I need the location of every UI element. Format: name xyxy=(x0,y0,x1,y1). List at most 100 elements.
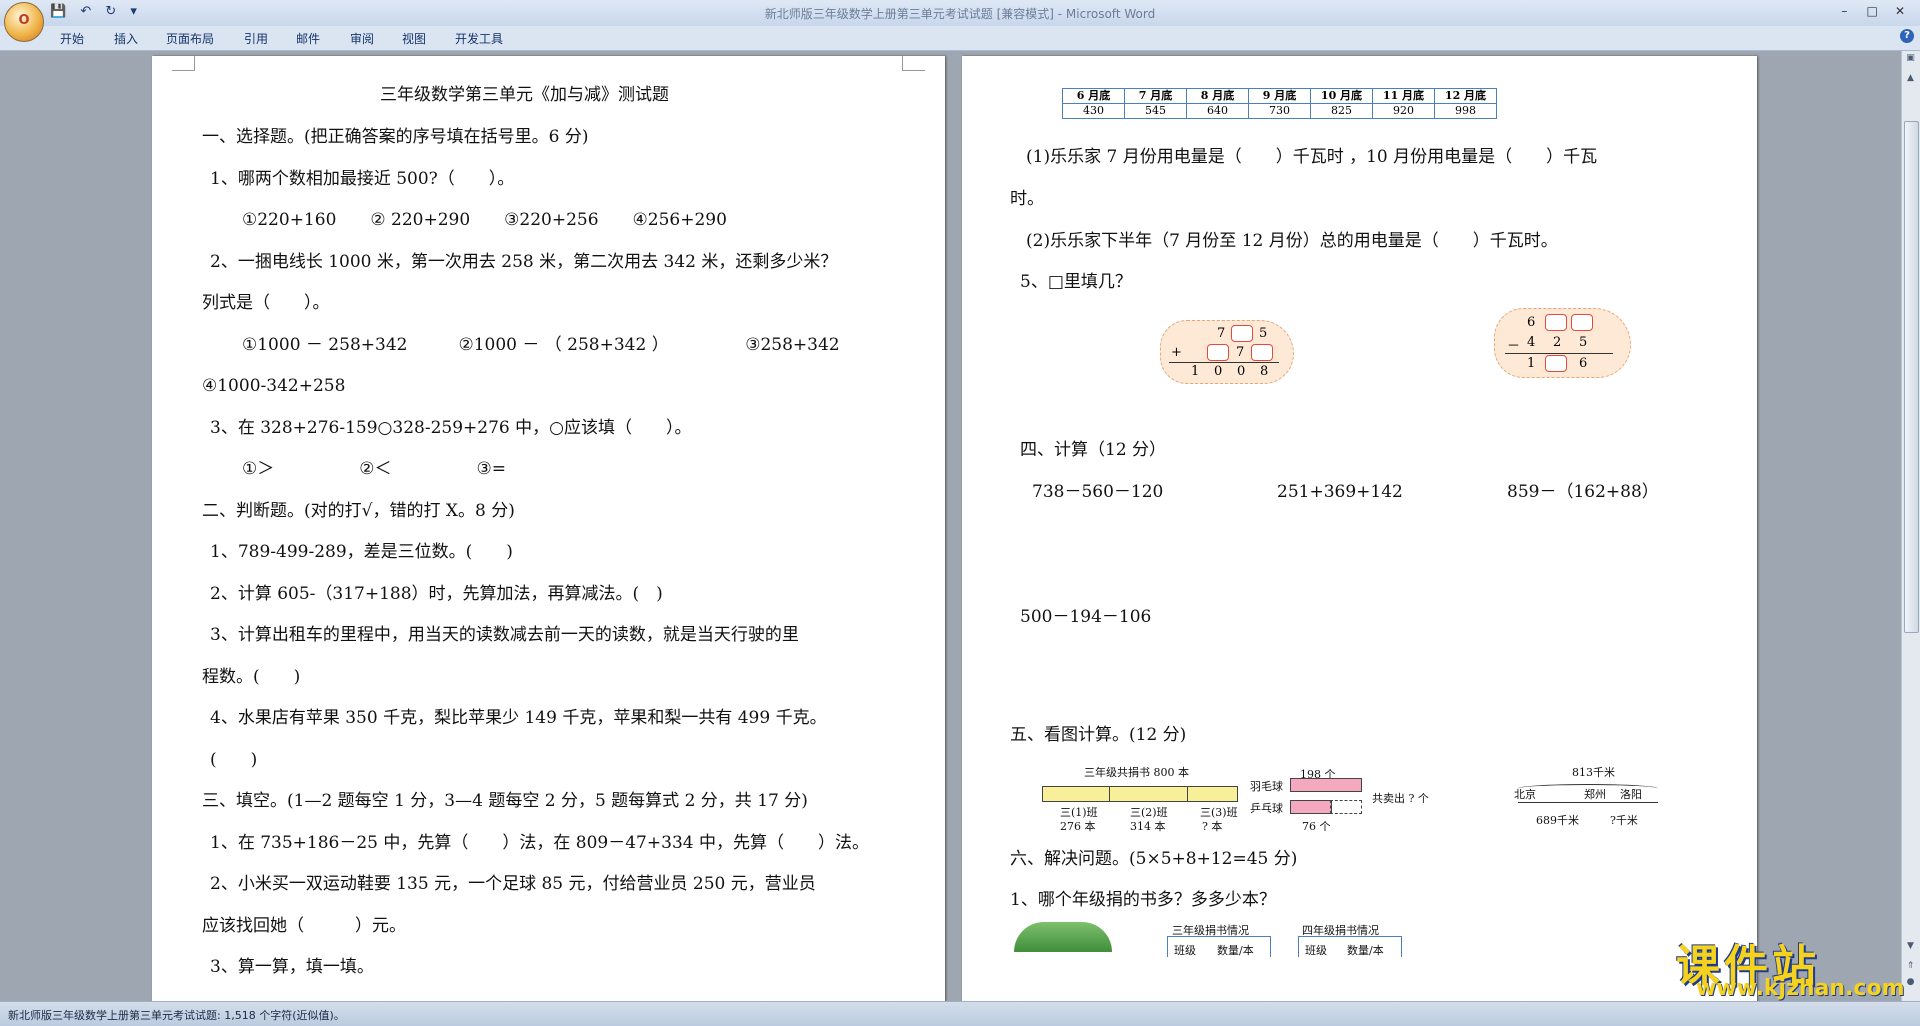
section-heading: 一、选择题。(把正确答案的序号填在括号里。6 分) xyxy=(202,127,589,147)
window-title: 新北师版三年级数学上册第三单元考试试题 [兼容模式] - Microsoft W… xyxy=(764,7,1156,21)
window-controls: – □ ✕ xyxy=(1832,4,1912,18)
digit: 5 xyxy=(1259,326,1268,341)
question-line: 3、算一算，填一填。 xyxy=(210,957,374,977)
digit: 6 xyxy=(1527,315,1536,330)
figure-label: ? 本 xyxy=(1202,820,1223,833)
figure-label: 813千米 xyxy=(1572,766,1615,779)
question-line: 列式是（ ）。 xyxy=(202,293,330,313)
tab-developer[interactable]: 开发工具 xyxy=(455,30,503,47)
scroll-down-icon[interactable]: ▼ xyxy=(1904,941,1917,955)
tab-insert[interactable]: 插入 xyxy=(114,30,138,47)
tab-page-layout[interactable]: 页面布局 xyxy=(166,30,214,47)
section-heading: 四、计算（12 分） xyxy=(1020,440,1167,460)
tab-review[interactable]: 审阅 xyxy=(350,30,374,47)
distance-figure: 813千米 北京 郑州 洛阳 689千米 ?千米 xyxy=(1510,762,1670,832)
operator: + xyxy=(1171,345,1182,360)
answer-box[interactable] xyxy=(1571,314,1593,331)
digit: 0 xyxy=(1237,364,1246,379)
question-line: 2、小米买一双运动鞋要 135 元，一个足球 85 元，付给营业员 250 元，… xyxy=(210,874,816,894)
office-button[interactable]: O xyxy=(4,2,44,42)
options-line: ④1000-342+258 xyxy=(202,376,346,396)
question-line: (2)乐乐家下半年（7 月份至 12 月份）总的用电量是（ ）千瓦时。 xyxy=(1026,231,1558,251)
digit: 1 xyxy=(1191,364,1200,379)
table-cell: 825 xyxy=(1310,103,1373,119)
previous-page-icon[interactable]: ⇑ xyxy=(1904,961,1917,975)
expression: 738－560－120 xyxy=(1032,482,1164,502)
tab-home[interactable]: 开始 xyxy=(60,30,84,47)
site-url: www.kjzhan.com xyxy=(1696,976,1905,1001)
expression: 500－194－106 xyxy=(1020,607,1152,627)
question-line: 3、在 328+276-159○328-259+276 中，○应该填（ ）。 xyxy=(210,418,692,438)
table-cell: 998 xyxy=(1434,103,1497,119)
scroll-thumb[interactable] xyxy=(1904,121,1919,633)
figure-label: 276 本 xyxy=(1060,820,1096,833)
digit: 6 xyxy=(1579,356,1588,371)
crop-mark xyxy=(902,56,925,71)
question-line: 5、□里填几？ xyxy=(1020,272,1132,292)
question-line: 1、哪两个数相加最接近 500?（ ）。 xyxy=(210,169,515,189)
status-text: 新北师版三年级数学上册第三单元考试试题: 1,518 个字符(近似值)。 xyxy=(8,1009,345,1022)
table-header: 7 月底 xyxy=(1124,88,1187,104)
tab-view[interactable]: 视图 xyxy=(402,30,426,47)
question-line: 4、水果店有苹果 350 千克，梨比苹果少 149 千克，苹果和梨一共有 499… xyxy=(210,708,827,728)
question-line: 1、789-499-289，差是三位数。( ) xyxy=(210,542,513,562)
question-line: 程数。( ) xyxy=(202,667,301,687)
question-line: 2、一捆电线长 1000 米，第一次用去 258 米，第二次用去 342 米，还… xyxy=(210,252,838,272)
help-icon[interactable]: ? xyxy=(1900,29,1914,43)
tab-mailings[interactable]: 邮件 xyxy=(296,30,320,47)
ruler-toggle-icon[interactable]: ▣ xyxy=(1904,53,1917,67)
question-line: 1、在 735+186－25 中，先算（ ）法，在 809－47+334 中，先… xyxy=(210,833,869,853)
difference-line xyxy=(1505,353,1613,354)
table-cell: 545 xyxy=(1124,103,1187,119)
office-logo-icon: O xyxy=(18,13,30,28)
table-cell: 640 xyxy=(1186,103,1249,119)
question-line: (1)乐乐家 7 月份用电量是（ ）千瓦时 ，10 月份用电量是（ ）千瓦 xyxy=(1026,147,1598,167)
answer-box[interactable] xyxy=(1545,314,1567,331)
answer-box[interactable] xyxy=(1231,325,1253,342)
table-cell: 920 xyxy=(1372,103,1435,119)
table-cell: 430 xyxy=(1062,103,1125,119)
digit: 7 xyxy=(1217,326,1226,341)
options-line: ①220+160 ② 220+290 ③220+256 ④256+290 xyxy=(242,210,727,230)
scroll-up-icon[interactable]: ▲ xyxy=(1904,73,1917,87)
exam-title: 三年级数学第三单元《加与减》测试题 xyxy=(380,85,669,105)
subtraction-puzzle: 6 － 4 2 5 1 6 xyxy=(1494,308,1631,378)
crop-mark xyxy=(172,56,195,71)
options-line: ①＞ ②＜ ③= xyxy=(242,459,506,479)
table-header: 10 月底 xyxy=(1310,88,1373,104)
expression: 251+369+142 xyxy=(1277,482,1403,502)
digit: 8 xyxy=(1260,364,1269,379)
answer-box[interactable] xyxy=(1251,344,1273,361)
digit: 4 xyxy=(1527,335,1536,350)
section-heading: 二、判断题。(对的打√，错的打 X。8 分) xyxy=(202,501,515,521)
answer-box[interactable] xyxy=(1545,355,1567,372)
digit: 2 xyxy=(1553,335,1562,350)
table-cell: 730 xyxy=(1248,103,1311,119)
question-line: 2、计算 605-（317+188）时，先算加法，再算减法。( ) xyxy=(210,584,663,604)
operator: － xyxy=(1507,339,1521,354)
section-heading: 三、填空。(1—2 题每空 1 分，3—4 题每空 2 分，5 题每算式 2 分… xyxy=(202,791,808,811)
answer-box[interactable] xyxy=(1207,344,1229,361)
sum-line xyxy=(1169,362,1279,363)
figure-label: 羽毛球 xyxy=(1250,780,1283,793)
question-line: ( ) xyxy=(210,750,258,770)
tab-references[interactable]: 引用 xyxy=(244,30,268,47)
browse-object-icon[interactable]: ● xyxy=(1904,977,1917,991)
book-donation-figure: 三年级共捐书 800 本 三(1)班 276 本 三(2)班 314 本 三(3… xyxy=(1042,762,1242,833)
ribbon: 开始 插入 页面布局 引用 邮件 审阅 视图 开发工具 ? xyxy=(0,26,1920,51)
table-header: 6 月底 xyxy=(1062,88,1125,104)
vertical-scrollbar[interactable]: ▣ ▲ ▼ ⇑ ● xyxy=(1901,51,1920,1001)
digit: 5 xyxy=(1579,335,1588,350)
question-line: 3、计算出租车的里程中，用当天的读数减去前一天的读数，就是当天行驶的里 xyxy=(210,625,799,645)
close-button[interactable]: ✕ xyxy=(1888,4,1912,18)
maximize-button[interactable]: □ xyxy=(1860,4,1884,18)
figure-label: 314 本 xyxy=(1130,820,1166,833)
figure-label: 乒乓球 xyxy=(1250,802,1283,815)
section-heading: 五、看图计算。(12 分) xyxy=(1010,725,1187,745)
figure-label: 三年级共捐书 800 本 xyxy=(1084,766,1189,779)
question-line: 1、哪个年级捐的书多？多多少本？ xyxy=(1010,890,1276,910)
minimize-button[interactable]: – xyxy=(1832,4,1856,18)
figure-label: ?千米 xyxy=(1610,814,1638,827)
question-line: 应该找回她（ ）元。 xyxy=(202,916,406,936)
status-bar: 新北师版三年级数学上册第三单元考试试题: 1,518 个字符(近似值)。 xyxy=(0,1001,1920,1026)
